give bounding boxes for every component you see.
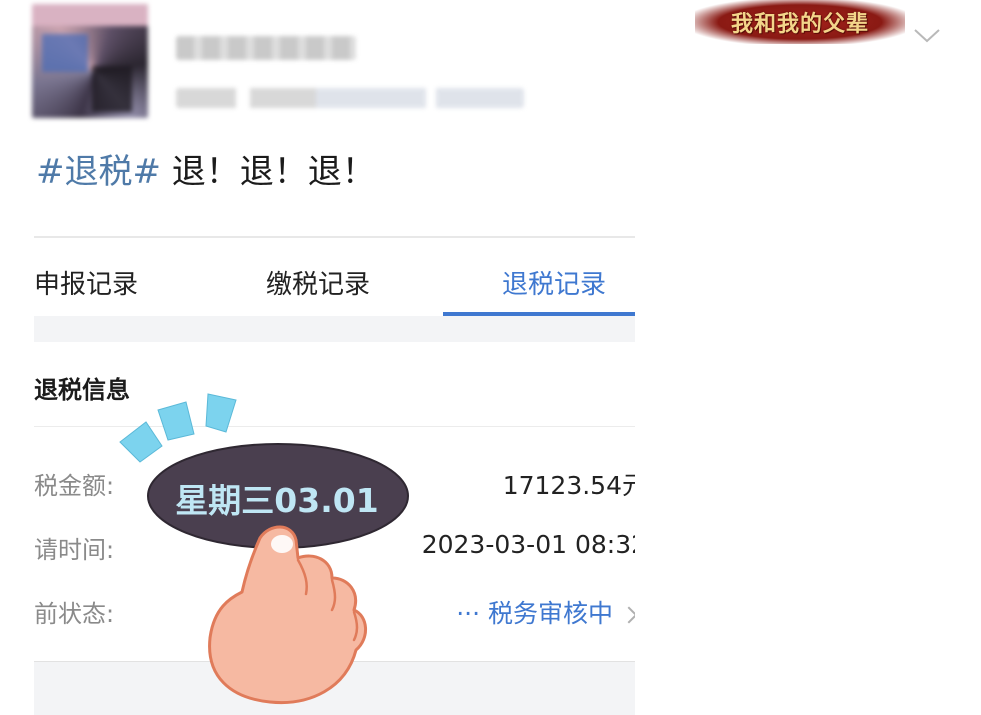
avatar[interactable] (32, 4, 148, 118)
tab-payment-records: 缴税记录 (266, 270, 371, 300)
chevron-right-icon (620, 606, 635, 624)
apply-time-value: 2023-03-01 08:32 (421, 530, 635, 559)
tab-declaration-records: 申报记录 (34, 270, 139, 300)
refund-amount-value: 17123.54元 (502, 471, 635, 500)
apply-time-label: 请时间: (34, 536, 115, 564)
date-sticker (119, 393, 409, 705)
post-text: #退税# 退！退！退！ (36, 150, 376, 194)
post-body-text: 退！退！退！ (160, 152, 376, 192)
chevron-down-icon[interactable] (912, 26, 942, 44)
hand (208, 525, 367, 705)
current-status-value: ··· 税务审核中 (456, 594, 635, 630)
tab-refund-records: 退税记录 (502, 270, 607, 300)
post-meta-blurred (176, 88, 524, 108)
date-text: 星期三03.01 (175, 481, 379, 520)
status-text: ··· 税务审核中 (456, 599, 613, 628)
username-blurred[interactable] (176, 36, 356, 60)
current-status-label: 前状态: (34, 600, 115, 628)
fingernail (271, 535, 293, 553)
refund-amount-label: 税金额: (34, 472, 115, 500)
hashtag-link[interactable]: #退税# (36, 152, 161, 192)
section-spacer (34, 316, 635, 342)
show-badge: 我和我的父辈 (695, 0, 905, 44)
show-badge-text: 我和我的父辈 (730, 11, 869, 37)
